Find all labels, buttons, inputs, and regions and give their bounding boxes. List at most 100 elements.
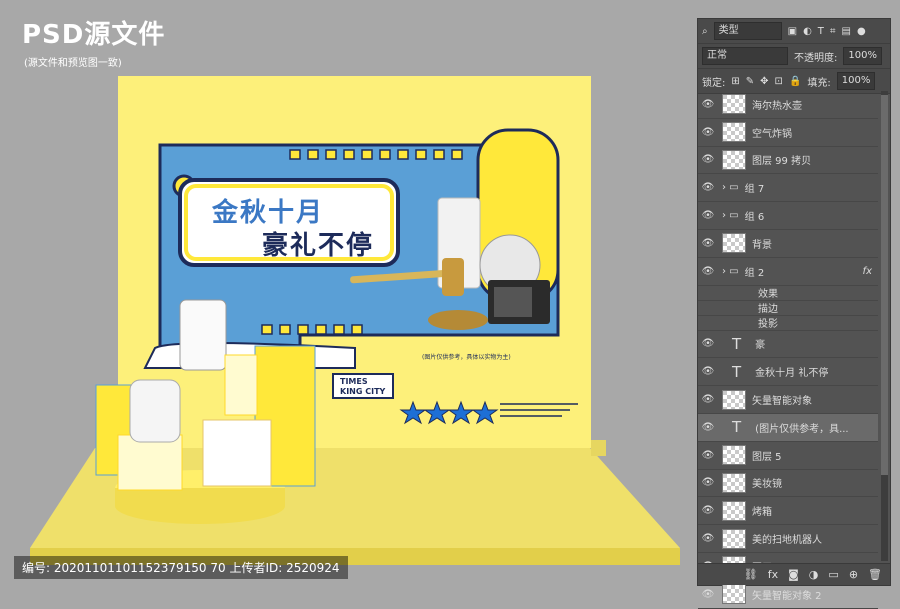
layer-thumbnail: [722, 122, 746, 143]
eye-icon[interactable]: 👁: [698, 450, 718, 461]
layer-name: 矢量智能对象: [752, 396, 812, 408]
folder-icon[interactable]: › ▭: [722, 210, 739, 221]
layer-name: 烤箱: [752, 507, 772, 519]
mask-icon[interactable]: ◙: [788, 568, 799, 581]
filter-toggle-icon[interactable]: ●: [857, 26, 866, 37]
eye-icon[interactable]: 👁: [698, 366, 718, 377]
smart-filter-icon[interactable]: ▤: [842, 26, 851, 37]
layer-name: 图层 5: [752, 451, 782, 463]
eye-icon[interactable]: 👁: [698, 182, 718, 193]
trash-icon[interactable]: 🗑: [868, 568, 882, 581]
layer-row[interactable]: 👁 背景: [698, 230, 878, 258]
gift-box-white: [202, 419, 272, 487]
eye-icon[interactable]: 👁: [698, 238, 718, 249]
adjustment-icon[interactable]: ◑: [809, 568, 819, 581]
blend-mode-select[interactable]: 正常: [702, 47, 788, 65]
gift-box-checker: [117, 434, 183, 491]
layer-row[interactable]: 👁 T 豪: [698, 331, 878, 359]
layer-row[interactable]: 👁 矢量智能对象: [698, 386, 878, 414]
eye-icon[interactable]: 👁: [698, 99, 718, 110]
layer-name: 金秋十月 礼不停: [755, 368, 829, 380]
layer-row[interactable]: 👁 烤箱: [698, 497, 878, 526]
new-layer-icon[interactable]: ⊕: [849, 568, 858, 581]
text-layer-icon: T: [732, 362, 742, 381]
fill-label: 填充:: [807, 77, 831, 89]
layer-thumbnail: [722, 149, 746, 170]
layer-row[interactable]: 效果: [698, 286, 878, 301]
eye-icon[interactable]: 👁: [698, 505, 718, 516]
layer-thumbnail: [722, 94, 746, 115]
layer-thumbnail: [722, 389, 746, 410]
headline-line2: 豪礼不停: [262, 231, 375, 261]
layer-name: 组 6: [744, 212, 765, 224]
search-icon: ⌕: [702, 25, 708, 37]
eye-icon[interactable]: 👁: [698, 210, 718, 221]
layers-panel: ⌕ 类型 ▣ ◐ T ⌗ ▤ ● 正常 不透明度: 100% 锁定: ⊞ ✎ ✥…: [697, 18, 891, 609]
layer-row[interactable]: 👁 › ▭ 组 7: [698, 174, 878, 203]
lock-all-icon[interactable]: 🔒: [789, 76, 801, 87]
text-filter-icon[interactable]: T: [818, 26, 824, 37]
opacity-label: 不透明度:: [794, 52, 838, 64]
layer-row[interactable]: 描边: [698, 301, 878, 316]
shape-filter-icon[interactable]: ⌗: [830, 26, 836, 37]
layer-row[interactable]: 👁 图层 5: [698, 442, 878, 470]
eye-icon[interactable]: 👁: [698, 266, 718, 277]
kettle: [179, 299, 227, 371]
eye-icon[interactable]: 👁: [698, 127, 718, 138]
eye-icon[interactable]: 👁: [698, 338, 718, 349]
new-group-icon[interactable]: ▭: [828, 568, 838, 581]
layer-name: 投影: [758, 319, 778, 331]
gift-box-mid: [224, 354, 258, 416]
layer-row[interactable]: 👁 海尔热水壶: [698, 91, 878, 119]
lock-artboard-icon[interactable]: ⊡: [775, 76, 783, 87]
layer-row[interactable]: 👁 T (图片仅供参考，具...: [698, 413, 878, 442]
layer-row[interactable]: 👁 › ▭ 组 6: [698, 202, 878, 230]
fx-badge: fx: [862, 265, 872, 277]
headline-line1: 金秋十月: [212, 198, 325, 228]
layer-row[interactable]: 👁 › ▭ 组 2 fx: [698, 258, 878, 286]
sign-text-1: TIMES: [340, 377, 368, 386]
lock-move-icon[interactable]: ✥: [760, 76, 768, 87]
eye-icon[interactable]: 👁: [698, 477, 718, 488]
folder-icon[interactable]: › ▭: [722, 182, 739, 193]
eye-icon[interactable]: 👁: [698, 589, 718, 600]
lock-pixels-icon[interactable]: ⊞: [731, 76, 739, 87]
lock-label: 锁定:: [702, 77, 726, 89]
text-layer-icon: T: [732, 334, 742, 353]
layer-thumbnail: [722, 445, 746, 466]
layer-name: 效果: [758, 289, 778, 301]
image-filter-icon[interactable]: ▣: [788, 26, 797, 37]
upload-id-footer: 编号: 20201101101152379150 70 上传者ID: 25209…: [14, 556, 348, 579]
layer-name: 空气炸锅: [752, 128, 792, 140]
layer-list: 👁 海尔热水壶 👁 空气炸锅 👁 图层 99 拷贝 👁 › ▭ 组 7 👁 › ▭ 组 6 👁 背景 👁 › …: [698, 91, 878, 609]
fill-input[interactable]: 100%: [836, 72, 876, 90]
layer-row[interactable]: 👁 图层 99 拷贝: [698, 147, 878, 175]
layer-row[interactable]: 👁 美妆镜: [698, 470, 878, 498]
layer-name: (图片仅供参考，具...: [755, 423, 849, 435]
layers-scrollbar[interactable]: [881, 91, 888, 561]
layer-row[interactable]: 👁 T 金秋十月 礼不停: [698, 358, 878, 387]
layer-thumbnail: [722, 233, 746, 254]
folder-icon[interactable]: › ▭: [722, 266, 739, 277]
layer-name: 描边: [758, 304, 778, 316]
layer-row[interactable]: 👁 美的扫地机器人: [698, 525, 878, 553]
layer-name: 组 2: [744, 267, 765, 279]
eye-icon[interactable]: 👁: [698, 533, 718, 544]
lock-paint-icon[interactable]: ✎: [746, 76, 754, 87]
side-panel: [591, 440, 606, 456]
layer-row[interactable]: 👁 空气炸锅: [698, 119, 878, 147]
fx-icon[interactable]: fx: [768, 568, 778, 581]
sign-text-2: KING CITY: [340, 387, 386, 396]
filter-select[interactable]: 类型: [713, 22, 782, 40]
link-icon[interactable]: ⛓: [744, 568, 758, 581]
eye-icon[interactable]: 👁: [698, 422, 718, 433]
eye-icon[interactable]: 👁: [698, 394, 718, 405]
opacity-input[interactable]: 100%: [843, 47, 882, 65]
layer-name: 海尔热水壶: [752, 100, 802, 112]
adjust-filter-icon[interactable]: ◐: [803, 26, 812, 37]
layer-thumbnail: [722, 472, 746, 493]
air-fryer: [129, 379, 181, 443]
eye-icon[interactable]: 👁: [698, 154, 718, 165]
layer-name: 美妆镜: [752, 479, 782, 491]
layer-row[interactable]: 投影: [698, 316, 878, 331]
